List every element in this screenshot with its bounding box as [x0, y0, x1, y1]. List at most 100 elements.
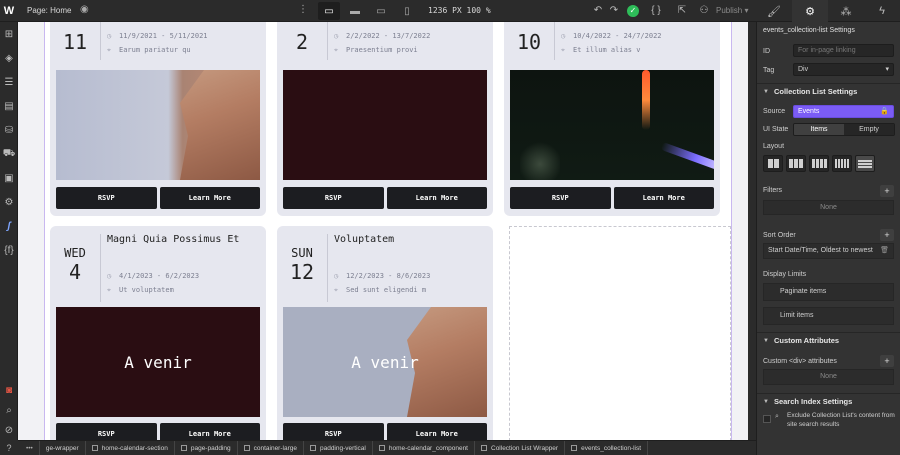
card-actions: RSVP Learn More [56, 187, 260, 209]
search-icon[interactable]: ⌕ [0, 400, 18, 420]
exclude-checkbox[interactable] [763, 415, 771, 423]
exclude-search-text: Exclude Collection List's content from s… [787, 412, 895, 428]
event-card[interactable]: WED 4 Magni Quia Possimus Et ◷ 4/1/2023 -… [50, 226, 266, 440]
webflow-logo[interactable]: W [0, 0, 18, 22]
navigator-icon[interactable]: ☰ [0, 70, 18, 94]
breadcrumb-item[interactable]: home-calendar-section [86, 441, 175, 455]
settings-icon[interactable]: ⚙ [0, 190, 18, 214]
more-options-icon[interactable]: ⋮ [298, 4, 308, 15]
event-image: A venir [56, 307, 260, 417]
breadcrumb-more-icon[interactable]: ••• [18, 441, 40, 455]
event-dates: ◷ 2/2/2022 - 13/7/2022 [334, 32, 430, 40]
tablet-breakpoint-icon[interactable]: ▭ [370, 2, 392, 20]
box-icon [309, 445, 316, 451]
event-card[interactable]: 11 ◷ 11/9/2021 - 5/11/2021 ⌖ Earum pariatu… [50, 22, 266, 216]
lightning-icon[interactable]: ϟ [864, 0, 900, 22]
event-card[interactable]: 10 ◷ 10/4/2022 - 24/7/2022 ⌖ Et illum alia… [504, 22, 720, 216]
breadcrumb-item[interactable]: page-padding [175, 441, 238, 455]
rsvp-button[interactable]: RSVP [56, 187, 157, 209]
day-number: 4 [68, 260, 82, 284]
eye-icon[interactable]: ◉ [80, 4, 89, 15]
breadcrumb-item[interactable]: events_collection-list [565, 441, 649, 455]
paginate-items-toggle[interactable]: Paginate items [763, 283, 894, 301]
mobile-breakpoint-icon[interactable]: ▯ [396, 2, 418, 20]
assets-icon[interactable]: ▣ [0, 166, 18, 190]
finsweet-icon[interactable]: ʃ [0, 214, 18, 238]
settings-gear-icon[interactable]: ⚙ [792, 0, 828, 22]
style-brush-icon[interactable]: 🖌 [756, 0, 792, 22]
layout-1-col-icon[interactable] [763, 155, 783, 172]
divider [100, 234, 101, 302]
add-panel-icon[interactable]: ⊞ [0, 22, 18, 46]
share-icon[interactable]: ⚇ [696, 3, 712, 19]
breadcrumb-item[interactable]: ge-wrapper [40, 441, 86, 455]
breadcrumb-item[interactable]: home-calendar_component [373, 441, 475, 455]
event-card[interactable]: SUN 12 Voluptatem ◷ 12/2/2023 - 8/6/2023 … [277, 226, 493, 440]
help-icon[interactable]: ? [0, 440, 18, 455]
add-sort-button[interactable]: + [880, 229, 894, 241]
learn-more-button[interactable]: Learn More [386, 187, 487, 209]
tag-select[interactable]: Div ▾ [793, 63, 894, 76]
clock-icon: ◷ [107, 272, 112, 280]
tablet-landscape-breakpoint-icon[interactable]: ▬ [344, 2, 366, 20]
trash-icon[interactable]: 🗑 [880, 244, 889, 258]
redo-icon[interactable]: ↷ [606, 3, 622, 19]
event-card[interactable]: 2 ◷ 2/2/2022 - 13/7/2022 ⌖ Praesentium pro… [277, 22, 493, 216]
fs-attributes-icon[interactable]: {f} [0, 238, 18, 262]
rsvp-button[interactable]: RSVP [56, 423, 157, 440]
interactions-icon[interactable]: ⁂ [828, 0, 864, 22]
learn-more-button[interactable]: Learn More [159, 187, 260, 209]
event-location: ⌖ Earum pariatur qu [107, 46, 191, 55]
top-bar: W Page: Home ◉ ⋮ ▭ ▬ ▭ ▯ 1236 PX 100 % ↶… [0, 0, 900, 22]
dates-text: 2/2/2022 - 13/7/2022 [346, 32, 431, 40]
id-field[interactable]: For in-page linking [793, 44, 894, 57]
breadcrumb-item[interactable]: padding-vertical [304, 441, 373, 455]
event-location: ⌖ Ut voluptatem [107, 286, 174, 295]
layout-list-icon[interactable] [855, 155, 875, 172]
source-select[interactable]: Events 🔒 [793, 105, 894, 118]
custom-attributes-header[interactable]: ▼ Custom Attributes [757, 332, 900, 348]
layout-3-col-icon[interactable] [809, 155, 829, 172]
layout-4-col-icon[interactable] [832, 155, 852, 172]
search-index-settings-header[interactable]: ▼ Search Index Settings [757, 393, 900, 409]
record-icon[interactable]: ◙ [0, 380, 18, 400]
designer-canvas[interactable]: 11 ◷ 11/9/2021 - 5/11/2021 ⌖ Earum pariatu… [18, 22, 748, 440]
date-box: 10 [504, 22, 554, 54]
zoom-level[interactable]: 100 % [467, 6, 491, 15]
export-icon[interactable]: ⇱ [674, 3, 690, 19]
chevron-down-icon: ▾ [885, 66, 889, 73]
add-filter-button[interactable]: + [880, 185, 894, 197]
rsvp-button[interactable]: RSVP [510, 187, 611, 209]
rsvp-button[interactable]: RSVP [283, 423, 384, 440]
section-title: Custom Attributes [773, 336, 840, 345]
breadcrumb-item[interactable]: container-large [238, 441, 304, 455]
pages-icon[interactable]: ▤ [0, 94, 18, 118]
layout-2-col-icon[interactable] [786, 155, 806, 172]
undo-icon[interactable]: ↶ [590, 3, 606, 19]
add-attribute-button[interactable]: + [880, 355, 894, 367]
components-icon[interactable]: ◈ [0, 46, 18, 70]
ecommerce-icon[interactable]: ⛟ [0, 142, 18, 166]
code-icon[interactable]: { } [648, 3, 664, 19]
ui-state-items[interactable]: Items [794, 124, 844, 135]
filters-none: None [763, 200, 894, 215]
left-toolbar: ⊞ ◈ ☰ ▤ ⛁ ⛟ ▣ ⚙ ʃ {f} ◙ ⌕ ⊘ ? [0, 22, 18, 453]
learn-more-button[interactable]: Learn More [386, 423, 487, 440]
plant-silhouette [520, 140, 560, 180]
learn-more-button[interactable]: Learn More [613, 187, 714, 209]
divider [327, 234, 328, 302]
page-selector[interactable]: Page: Home [27, 6, 71, 15]
publish-label: Publish [716, 6, 743, 15]
ui-state-empty[interactable]: Empty [844, 124, 894, 135]
audit-icon[interactable]: ⊘ [0, 420, 18, 440]
cms-icon[interactable]: ⛁ [0, 118, 18, 142]
collection-list-settings-header[interactable]: ▼ Collection List Settings [757, 83, 900, 99]
sort-order-item[interactable]: Start Date/Time, Oldest to newest 🗑 [763, 243, 894, 259]
learn-more-button[interactable]: Learn More [159, 423, 260, 440]
desktop-breakpoint-icon[interactable]: ▭ [318, 2, 340, 20]
breadcrumb-item[interactable]: Collection List Wrapper [475, 441, 566, 455]
limit-items-toggle[interactable]: Limit items [763, 307, 894, 325]
rsvp-button[interactable]: RSVP [283, 187, 384, 209]
divider [327, 22, 328, 60]
publish-button[interactable]: Publish ▾ [716, 6, 749, 15]
